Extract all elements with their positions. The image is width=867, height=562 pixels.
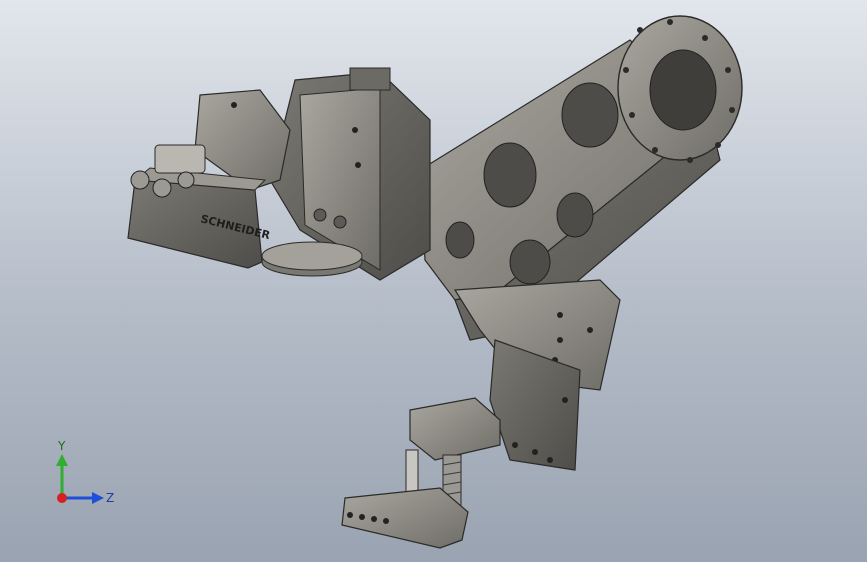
y-axis-arrow — [56, 454, 68, 496]
stepper-motor: SCHNEIDER — [127, 167, 272, 269]
belt-pulley — [261, 241, 363, 277]
z-axis-label: Z — [106, 491, 114, 505]
cad-viewport[interactable]: SCHNEIDER Y Z — [0, 0, 867, 562]
coordinate-triad: Y Z — [56, 439, 114, 505]
3d-assembly-model[interactable]: SCHNEIDER — [0, 0, 867, 562]
y-axis-label: Y — [57, 439, 66, 453]
lower-clamp — [409, 397, 501, 461]
z-axis-arrow — [62, 492, 104, 504]
x-axis-origin — [57, 493, 67, 503]
base-plate — [341, 487, 469, 549]
